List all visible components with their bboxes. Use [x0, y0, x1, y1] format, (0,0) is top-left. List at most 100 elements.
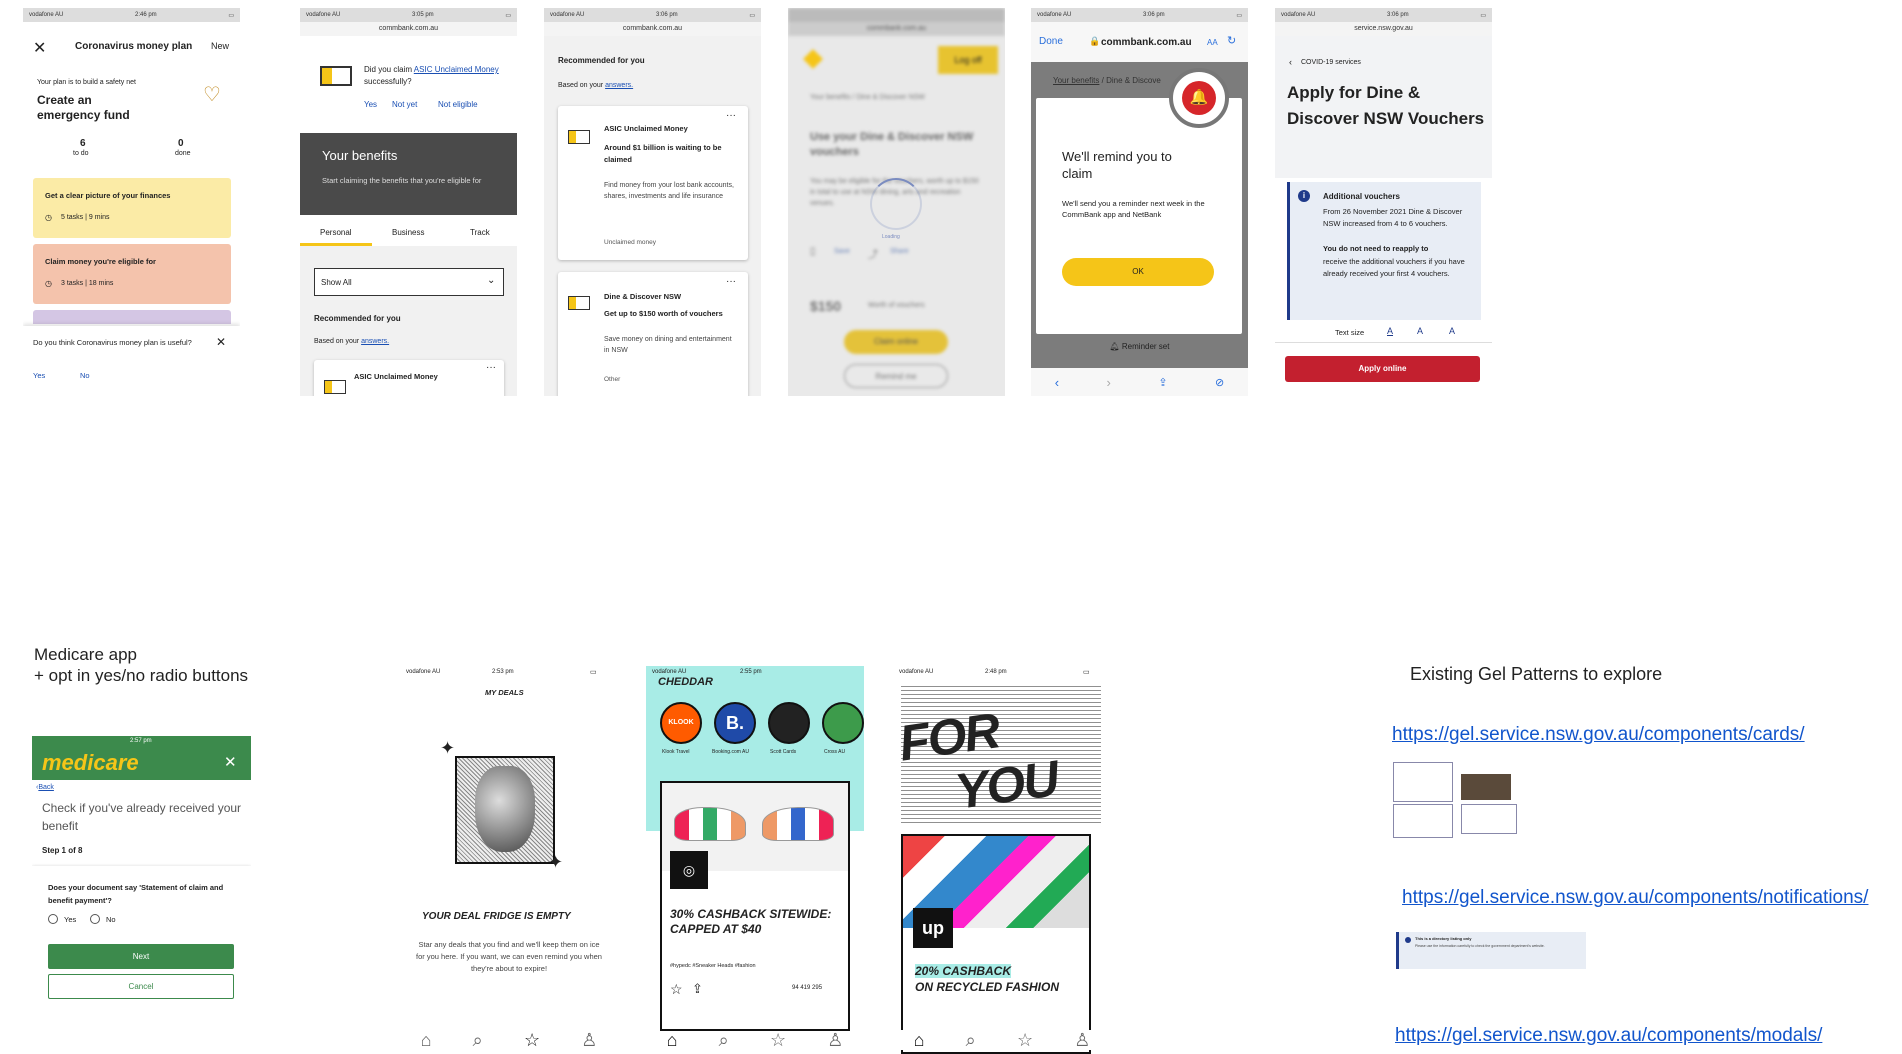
- done-button[interactable]: Done: [1039, 36, 1063, 47]
- reader-aa-button[interactable]: AA: [1207, 38, 1218, 47]
- wallet-icon: [568, 130, 590, 144]
- benefit-card-asic[interactable]: ASIC Unclaimed Money ··· Around $1 billi…: [558, 106, 748, 260]
- url-bar[interactable]: commbank.com.au: [1101, 37, 1192, 48]
- text-size-large[interactable]: A: [1449, 326, 1455, 336]
- gel-notifications-link[interactable]: https://gel.service.nsw.gov.au/component…: [1402, 887, 1868, 909]
- feedback-yes-link[interactable]: Yes: [33, 371, 45, 380]
- benefit-card-dine[interactable]: Dine & Discover NSW ··· Get up to $150 w…: [558, 272, 748, 396]
- category-klook[interactable]: KLOOK: [660, 702, 702, 744]
- feedback-question: Do you think Coronavirus money plan is u…: [33, 338, 192, 347]
- star-icon[interactable]: ☆: [770, 1030, 786, 1051]
- forward-arrow-icon[interactable]: ›: [1107, 375, 1111, 390]
- category-scott[interactable]: [768, 702, 810, 744]
- option-not-yet[interactable]: Not yet: [392, 100, 417, 109]
- battery-icon: ▭: [1083, 669, 1090, 676]
- chevron-down-icon: ⌄: [487, 275, 496, 286]
- search-icon[interactable]: ⌕: [473, 1030, 483, 1051]
- home-icon[interactable]: ⌂: [667, 1030, 678, 1051]
- lock-icon: 🔒: [1089, 36, 1101, 46]
- status-bar: [788, 8, 1005, 22]
- screenshot-my-deals: vodafone AU 2:53 pm ▭ MY DEALS ✦ ✦ YOUR …: [400, 666, 618, 1054]
- thumb-card: [1461, 804, 1517, 834]
- tab-personal[interactable]: Personal: [320, 228, 352, 237]
- more-icon[interactable]: ···: [726, 276, 736, 287]
- url-bar[interactable]: service.nsw.gov.au: [1275, 22, 1492, 36]
- category-booking[interactable]: B.: [714, 702, 756, 744]
- wallet-icon: [324, 380, 346, 394]
- close-icon[interactable]: ✕: [33, 38, 46, 58]
- text-size-medium[interactable]: A: [1417, 326, 1423, 336]
- filter-select[interactable]: Show All ⌄: [314, 268, 504, 296]
- next-button[interactable]: Next: [48, 944, 234, 969]
- share-icon[interactable]: ⇪: [1158, 376, 1167, 389]
- tab-business[interactable]: Business: [392, 228, 424, 237]
- task-card-third[interactable]: [33, 310, 231, 324]
- profile-icon[interactable]: ♙: [827, 1030, 843, 1051]
- carrier: vodafone AU: [406, 669, 441, 675]
- carrier: vodafone AU: [652, 669, 687, 675]
- info-icon: i: [1298, 190, 1310, 202]
- search-icon[interactable]: ⌕: [719, 1030, 729, 1051]
- tab-track[interactable]: Track: [470, 228, 490, 237]
- status-time: 2:53 pm: [492, 669, 514, 675]
- star-icon[interactable]: ☆: [670, 981, 683, 998]
- share-icon[interactable]: ⇪: [692, 981, 703, 997]
- more-icon[interactable]: ···: [726, 110, 736, 121]
- feedback-no-link[interactable]: No: [80, 371, 90, 380]
- bottom-nav: ⌂ ⌕ ☆ ♙: [400, 1030, 618, 1050]
- compass-icon[interactable]: ⊘: [1215, 376, 1224, 389]
- option-not-eligible[interactable]: Not eligible: [438, 100, 478, 109]
- reload-icon[interactable]: ↻: [1227, 34, 1236, 47]
- gel-modals-link[interactable]: https://gel.service.nsw.gov.au/component…: [1395, 1025, 1822, 1047]
- share-icon: ⤴: [868, 250, 878, 261]
- text-size-small[interactable]: A: [1387, 326, 1393, 336]
- radio-yes[interactable]: [48, 914, 58, 924]
- page-heading: Check if you've already received your be…: [42, 801, 242, 833]
- star-icon[interactable]: ☆: [1017, 1030, 1033, 1051]
- apply-online-button[interactable]: Apply online: [1285, 356, 1480, 382]
- claim-link[interactable]: ASIC Unclaimed Money: [414, 65, 499, 74]
- answers-link[interactable]: answers.: [361, 338, 389, 345]
- home-icon[interactable]: ⌂: [914, 1030, 925, 1051]
- chevron-left-icon[interactable]: ‹: [1289, 57, 1292, 67]
- search-icon[interactable]: ⌕: [966, 1030, 976, 1051]
- modal-title: We'll remind you to claim: [1062, 149, 1172, 181]
- page-title: Coronavirus money plan: [75, 41, 193, 52]
- task-card-title: Claim money you're eligible for: [45, 257, 156, 266]
- profile-icon[interactable]: ♙: [1074, 1030, 1090, 1051]
- recommended-subtitle-pre: Based on your: [314, 338, 362, 345]
- url-bar[interactable]: commbank.com.au: [300, 22, 517, 36]
- star-icon[interactable]: ☆: [524, 1030, 540, 1051]
- benefit-card[interactable]: ASIC Unclaimed Money ···: [314, 360, 504, 396]
- new-button[interactable]: New: [211, 41, 229, 51]
- deal-title: 30% CASHBACK SITEWIDE: CAPPED AT $40: [670, 907, 832, 936]
- screenshot-money-plan: vodafone AU 2:46 pm ▭ ✕ Coronavirus money …: [23, 8, 240, 396]
- option-yes[interactable]: Yes: [364, 100, 377, 109]
- deal-card[interactable]: up 20% CASHBACK ON RECYCLED FASHION: [901, 834, 1091, 1054]
- answers-link[interactable]: answers.: [605, 82, 633, 89]
- brand-title: CHEDDAR: [658, 676, 713, 688]
- task-card-claim[interactable]: Claim money you're eligible for ◷ 3 task…: [33, 244, 231, 304]
- profile-icon[interactable]: ♙: [581, 1030, 597, 1051]
- radio-no[interactable]: [90, 914, 100, 924]
- status-bar: vodafone AU 2:46 pm ▭: [23, 8, 240, 22]
- close-icon[interactable]: ✕: [216, 335, 226, 349]
- cancel-button[interactable]: Cancel: [48, 974, 234, 999]
- url-bar[interactable]: commbank.com.au: [544, 22, 761, 36]
- screenshot-reminder-modal: vodafone AU 3:06 pm ▭ Done 🔒 commbank.com.…: [1031, 8, 1248, 396]
- battery-icon: ▭: [505, 12, 511, 19]
- back-link[interactable]: COVID-19 services: [1301, 59, 1361, 66]
- task-card-finances[interactable]: Get a clear picture of your finances ◷ 5…: [33, 178, 231, 238]
- back-link[interactable]: ‹Back: [36, 784, 54, 791]
- safari-bottom-bar: ‹ › ⇪ ⊘: [1031, 368, 1248, 396]
- close-icon[interactable]: ✕: [224, 753, 237, 771]
- home-icon[interactable]: ⌂: [421, 1030, 432, 1051]
- gel-cards-link[interactable]: https://gel.service.nsw.gov.au/component…: [1392, 724, 1805, 746]
- category-cross[interactable]: [822, 702, 864, 744]
- info-body: From 26 November 2021 Dine & Discover NS…: [1323, 207, 1463, 228]
- deal-card[interactable]: ◎ 30% CASHBACK SITEWIDE: CAPPED AT $40 #…: [660, 781, 850, 1031]
- back-arrow-icon[interactable]: ‹: [1055, 375, 1059, 390]
- breadcrumb-link[interactable]: Your benefits: [1053, 76, 1099, 85]
- more-icon[interactable]: ···: [486, 362, 496, 373]
- ok-button[interactable]: OK: [1062, 258, 1214, 286]
